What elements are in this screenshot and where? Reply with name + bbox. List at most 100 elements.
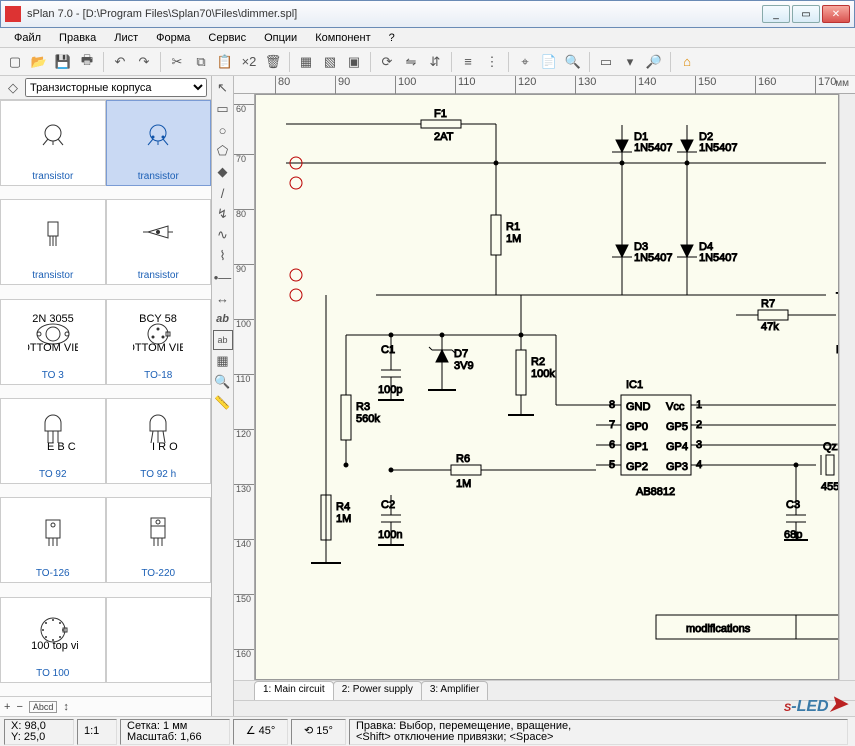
maximize-button[interactable]: ▭ (792, 5, 820, 23)
zoom-button[interactable]: 🔎 (643, 51, 665, 73)
delete-button[interactable]: 🗑 (262, 51, 284, 73)
lib-item-transistor-2[interactable]: transistor (106, 100, 212, 186)
canvas[interactable]: F1 2AT D11N5407 D21N5407 D31N5407 D41N54… (255, 94, 839, 680)
library-category-select[interactable]: Транзисторные корпуса (25, 78, 207, 97)
group-button[interactable]: ▣ (343, 51, 365, 73)
dropdown-icon[interactable]: ▾ (619, 51, 641, 73)
svg-text:47k: 47k (761, 321, 779, 333)
menu-component[interactable]: Компонент (307, 30, 378, 46)
status-x: X: 98,0 (11, 721, 67, 732)
menu-shape[interactable]: Форма (148, 30, 198, 46)
undo-button[interactable]: ↶ (109, 51, 131, 73)
node-tool[interactable]: •— (213, 267, 233, 287)
curve-tool[interactable]: ∿ (213, 225, 233, 245)
lib-add-button[interactable]: + (4, 701, 10, 713)
tab-amplifier[interactable]: 3: Amplifier (421, 681, 488, 700)
ruler-unit-label: мм (835, 78, 849, 89)
lib-remove-button[interactable]: − (16, 701, 22, 713)
paste-button[interactable]: 📋 (214, 51, 236, 73)
lib-item-to100[interactable]: TO 100 top viewTO 100 (0, 597, 106, 683)
svg-text:100p: 100p (378, 384, 402, 396)
textbox-tool[interactable]: ab (213, 330, 233, 350)
window-title: sPlan 7.0 - [D:\Program Files\Splan70\Fi… (27, 8, 762, 20)
lib-item-transistor-1[interactable]: transistor (0, 100, 106, 186)
tab-power-supply[interactable]: 2: Power supply (333, 681, 422, 700)
ruler-vertical: 60 70 80 90 100 110 120 130 140 150 160 (234, 94, 255, 680)
lib-item-transistor-3[interactable]: transistor (0, 199, 106, 285)
titlebar: sPlan 7.0 - [D:\Program Files\Splan70\Fi… (0, 0, 855, 28)
home-button[interactable]: ⌂ (676, 51, 698, 73)
menu-sheet[interactable]: Лист (106, 30, 146, 46)
distribute-button[interactable]: ⋮ (481, 51, 503, 73)
search-button[interactable]: 🔍 (562, 51, 584, 73)
copy-button[interactable]: ⧉ (190, 51, 212, 73)
fill-tool[interactable]: ◆ (213, 162, 233, 182)
lib-item-to92h[interactable]: I R OTO 92 h (106, 398, 212, 484)
text-tool[interactable]: ab (213, 309, 233, 329)
lib-item-transistor-4[interactable]: transistor (106, 199, 212, 285)
polyline-tool[interactable]: ↯ (213, 204, 233, 224)
lib-item-to3[interactable]: 2N 3055BOTTOM VIEWTO 3 (0, 299, 106, 385)
align-button[interactable]: ≡ (457, 51, 479, 73)
page-button[interactable]: ▭ (595, 51, 617, 73)
dup-button[interactable]: ×2 (238, 51, 260, 73)
rotate-button[interactable]: ⟳ (376, 51, 398, 73)
minimize-button[interactable]: _ (762, 5, 790, 23)
canvas-area: 80 90 100 110 120 130 140 150 160 170 мм… (234, 76, 855, 716)
line-tool[interactable]: / (213, 183, 233, 203)
zoom-tool[interactable]: 🔍 (213, 372, 233, 392)
rect-tool[interactable]: ▭ (213, 99, 233, 119)
lib-label-button[interactable]: Abcd (29, 701, 58, 713)
list-button[interactable]: 📄 (538, 51, 560, 73)
tab-main-circuit[interactable]: 1: Main circuit (254, 681, 334, 700)
status-y: Y: 25,0 (11, 732, 67, 743)
lib-item-to92[interactable]: E B CTO 92 (0, 398, 106, 484)
menu-help[interactable]: ? (381, 30, 403, 46)
measure-tool[interactable]: 📏 (213, 393, 233, 413)
mirror-v-button[interactable]: ⇵ (424, 51, 446, 73)
mirror-h-button[interactable]: ⇋ (400, 51, 422, 73)
svg-text:R3: R3 (356, 401, 370, 413)
svg-text:1N5407: 1N5407 (699, 252, 738, 264)
lib-item-to18[interactable]: BCY 58BOTTOM VIEWTO-18 (106, 299, 212, 385)
lib-item-to220[interactable]: TO-220 (106, 497, 212, 583)
status-angle15[interactable]: ⟲ 15° (304, 726, 333, 737)
poly-tool[interactable]: ⬠ (213, 141, 233, 161)
svg-text:C3: C3 (786, 499, 800, 511)
dim-tool[interactable]: ↔ (213, 288, 233, 308)
redo-button[interactable]: ↷ (133, 51, 155, 73)
save-button[interactable]: 💾 (52, 51, 74, 73)
back-button[interactable]: ▧ (319, 51, 341, 73)
scrollbar-horizontal[interactable] (234, 700, 855, 716)
svg-text:100n: 100n (378, 529, 402, 541)
circle-tool[interactable]: ○ (213, 120, 233, 140)
snap-button[interactable]: ⌖ (514, 51, 536, 73)
svg-text:R2: R2 (531, 356, 545, 368)
front-button[interactable]: ▦ (295, 51, 317, 73)
menu-edit[interactable]: Правка (51, 30, 104, 46)
scrollbar-vertical[interactable] (839, 94, 855, 680)
menu-file[interactable]: Файл (6, 30, 49, 46)
new-button[interactable]: ▢ (4, 51, 26, 73)
status-angle45[interactable]: ∠ 45° (246, 726, 276, 737)
image-tool[interactable]: ▦ (213, 351, 233, 371)
close-button[interactable]: ✕ (822, 5, 850, 23)
svg-text:GP1: GP1 (626, 441, 648, 453)
svg-text:560k: 560k (356, 413, 380, 425)
menu-options[interactable]: Опции (256, 30, 305, 46)
svg-text:BOTTOM VIEW: BOTTOM VIEW (28, 342, 78, 354)
pointer-tool[interactable]: ↖ (213, 78, 233, 98)
menu-service[interactable]: Сервис (200, 30, 254, 46)
lib-sort-button[interactable]: ↕ (63, 701, 69, 713)
lib-item-to126[interactable]: TO-126 (0, 497, 106, 583)
open-button[interactable]: 📂 (28, 51, 50, 73)
schematic-svg: F1 2AT D11N5407 D21N5407 D31N5407 D41N54… (256, 95, 839, 680)
lib-item-empty[interactable] (106, 597, 212, 683)
svg-text:1M: 1M (456, 478, 471, 490)
print-button[interactable]: 🖶 (76, 51, 98, 73)
svg-text:2N 3055: 2N 3055 (32, 314, 74, 325)
lib-icon[interactable]: ◇ (4, 79, 22, 97)
cut-button[interactable]: ✂ (166, 51, 188, 73)
svg-text:GP2: GP2 (626, 461, 648, 473)
bezier-tool[interactable]: ⌇ (213, 246, 233, 266)
